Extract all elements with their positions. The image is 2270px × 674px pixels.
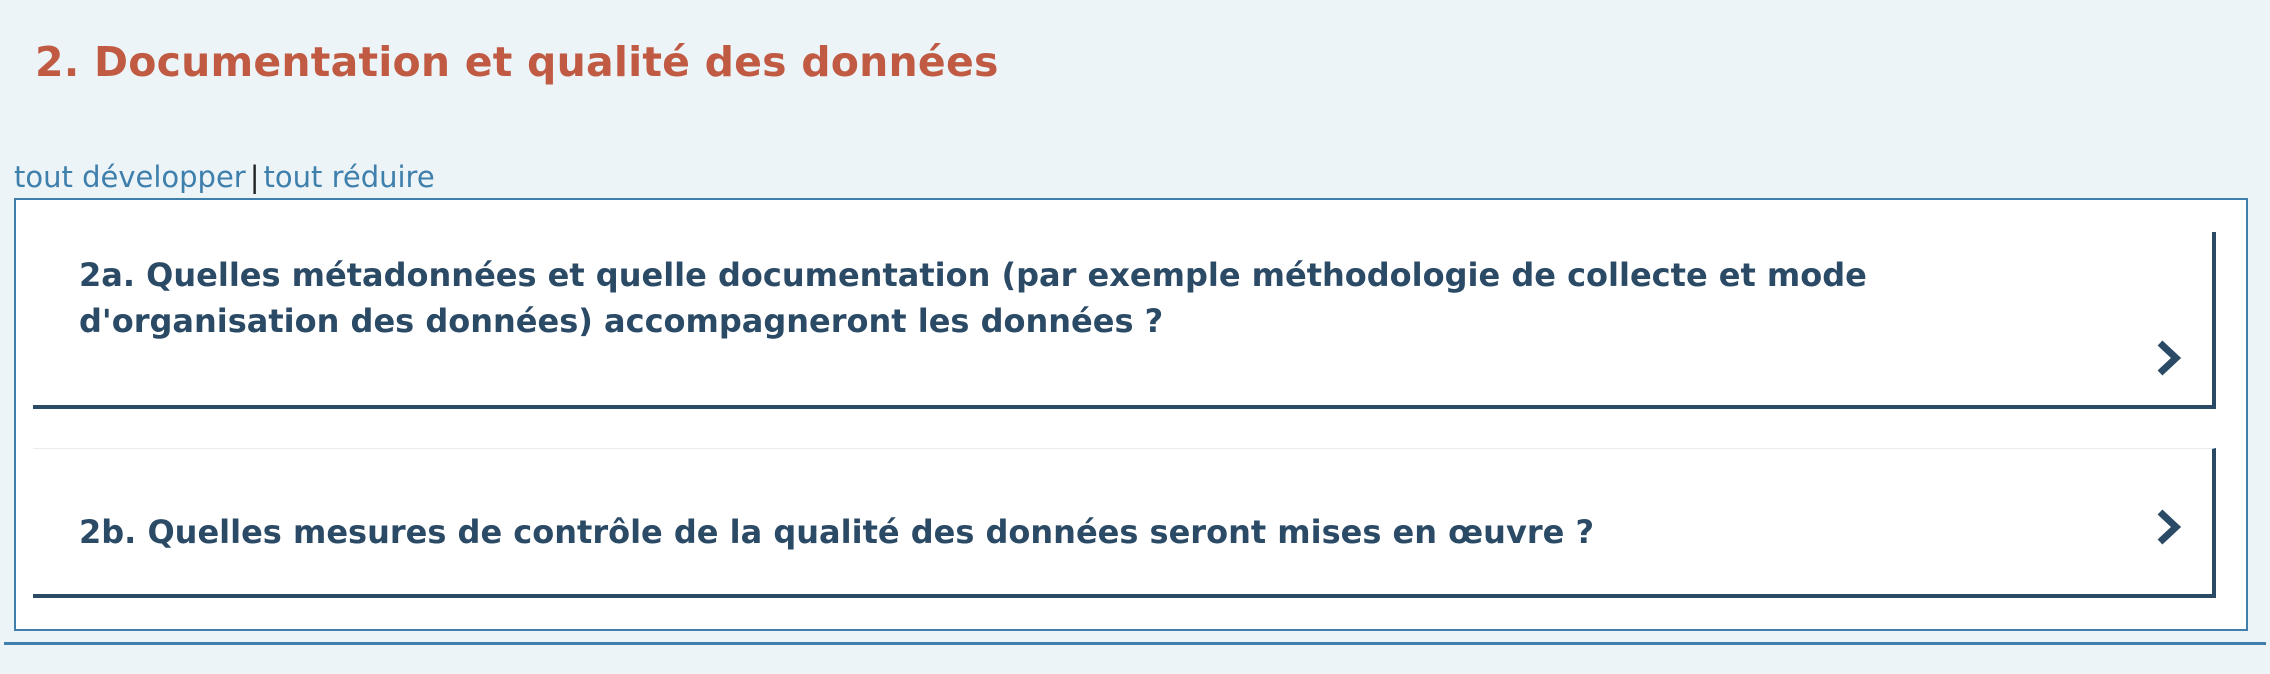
collapse-all-link[interactable]: tout réduire [264,160,435,194]
question-2b-label: 2b. Quelles mesures de contrôle de la qu… [79,513,1594,551]
question-2a-accordion[interactable]: 2a. Quelles métadonnées et quelle docume… [33,232,2216,409]
expand-all-link[interactable]: tout développer [14,160,246,194]
question-2b-accordion[interactable]: 2b. Quelles mesures de contrôle de la qu… [33,448,2216,598]
section-title: 2. Documentation et qualité des données [35,38,999,86]
chevron-right-icon [2157,509,2182,545]
expand-collapse-controls: tout développer | tout réduire [14,160,435,194]
section-divider [4,642,2266,645]
toggle-separator: | [249,160,260,194]
question-2a-label: 2a. Quelles métadonnées et quelle docume… [79,256,1867,340]
chevron-right-icon [2157,340,2182,376]
